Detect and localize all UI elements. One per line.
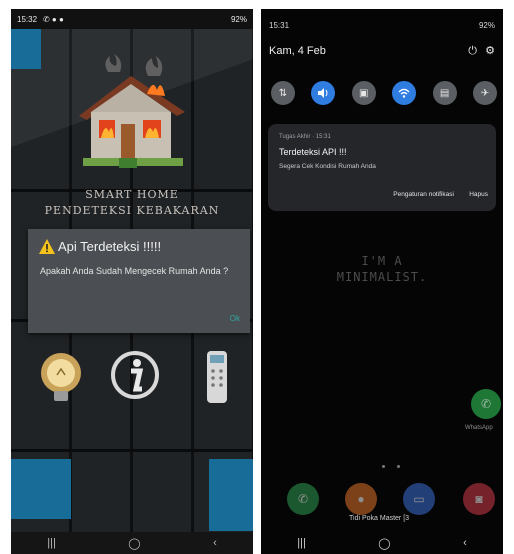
- warning-icon: [39, 239, 55, 254]
- battery-level: 92%: [478, 21, 495, 30]
- camera-icon[interactable]: ◙: [463, 483, 495, 515]
- status-indicators: ✆ ● ●: [43, 14, 64, 24]
- status-time: 15:31: [269, 21, 290, 30]
- wallpaper-text-line: MINIMALIST.: [336, 270, 428, 284]
- dialog-title: Api Terdeteksi !!!!!: [58, 239, 162, 254]
- home-button[interactable]: ◯: [378, 537, 390, 550]
- phone-icon[interactable]: ✆: [287, 483, 319, 515]
- status-bar: 15:32 ✆ ● ● 92%: [11, 9, 253, 29]
- whatsapp-icon[interactable]: ✆: [471, 389, 501, 419]
- remote-control-icon[interactable]: [191, 349, 243, 407]
- notification-card[interactable]: Tugas Akhir · 15:31 Terdeteksi API !!! S…: [268, 124, 496, 211]
- status-time: 15:32: [17, 14, 38, 24]
- notification-clear-button[interactable]: Hapus: [469, 191, 488, 198]
- blue-tile: [11, 29, 41, 69]
- sound-icon[interactable]: [311, 81, 336, 105]
- recents-button[interactable]: |||: [297, 537, 306, 549]
- back-button[interactable]: ‹: [213, 537, 217, 549]
- power-icon[interactable]: ⏻: [468, 45, 477, 58]
- dialog-message: Apakah Anda Sudah Mengecek Rumah Anda ?: [40, 266, 229, 276]
- notification-app-name: Tugas Akhir · 15:31: [279, 134, 331, 140]
- navigation-bar: ||| ◯ ‹: [11, 532, 253, 554]
- toast-message: Tidi Poka Master [3: [349, 515, 410, 522]
- light-bulb-icon[interactable]: [35, 349, 87, 407]
- quick-settings-row: ⇅ ▣ ▤ ✈: [271, 81, 497, 105]
- battery-level: 92%: [230, 14, 247, 24]
- status-bar: 15:31 92%: [261, 9, 503, 39]
- info-icon[interactable]: [109, 349, 161, 407]
- gear-icon[interactable]: ⚙: [485, 44, 495, 57]
- app-subtitle: PENDETEKSI KEBAKARAN: [44, 204, 220, 217]
- date-label: Kam, 4 Feb: [269, 45, 326, 57]
- home-button[interactable]: ◯: [128, 537, 140, 550]
- blue-tile: [11, 459, 71, 519]
- messages-icon[interactable]: ▭: [403, 483, 435, 515]
- blue-tile: [209, 459, 253, 531]
- navigation-bar: ||| ◯ ‹: [261, 532, 503, 554]
- page-indicator: [382, 465, 400, 468]
- wallpaper-text: I'M A MINIMALIST.: [261, 253, 503, 285]
- notification-title: Terdeteksi API !!!: [279, 147, 347, 157]
- app-title: SMART HOME: [85, 188, 179, 201]
- notification-settings-button[interactable]: Pengaturan notifikasi: [393, 191, 454, 198]
- tile-divider: [11, 449, 253, 452]
- fire-alert-dialog: Api Terdeteksi !!!!! Apakah Anda Sudah M…: [28, 229, 250, 333]
- contacts-icon[interactable]: ●: [345, 483, 377, 515]
- whatsapp-label: WhatsApp: [465, 425, 493, 431]
- phone-left-screen: 15:32 ✆ ● ● 92% SMART HOME PENDETEKSI KE…: [11, 9, 253, 554]
- nfc-icon[interactable]: ▤: [432, 81, 457, 105]
- airplane-icon[interactable]: ✈: [472, 81, 497, 105]
- wallpaper-text-line: I'M A: [361, 254, 403, 268]
- battery-saver-icon[interactable]: ▣: [351, 81, 376, 105]
- notification-body: Segera Cek Kondisi Rumah Anda: [279, 163, 376, 170]
- data-transfer-icon[interactable]: ⇅: [271, 81, 295, 105]
- burning-house-icon: [79, 54, 185, 168]
- back-button[interactable]: ‹: [463, 537, 467, 549]
- recents-button[interactable]: |||: [47, 537, 56, 549]
- phone-right-screen: 15:31 92% Kam, 4 Feb ⏻ ⚙ ⇅ ▣ ▤ ✈ Tugas A…: [261, 9, 503, 554]
- wifi-icon[interactable]: [392, 81, 417, 105]
- ok-button[interactable]: Ok: [230, 314, 240, 323]
